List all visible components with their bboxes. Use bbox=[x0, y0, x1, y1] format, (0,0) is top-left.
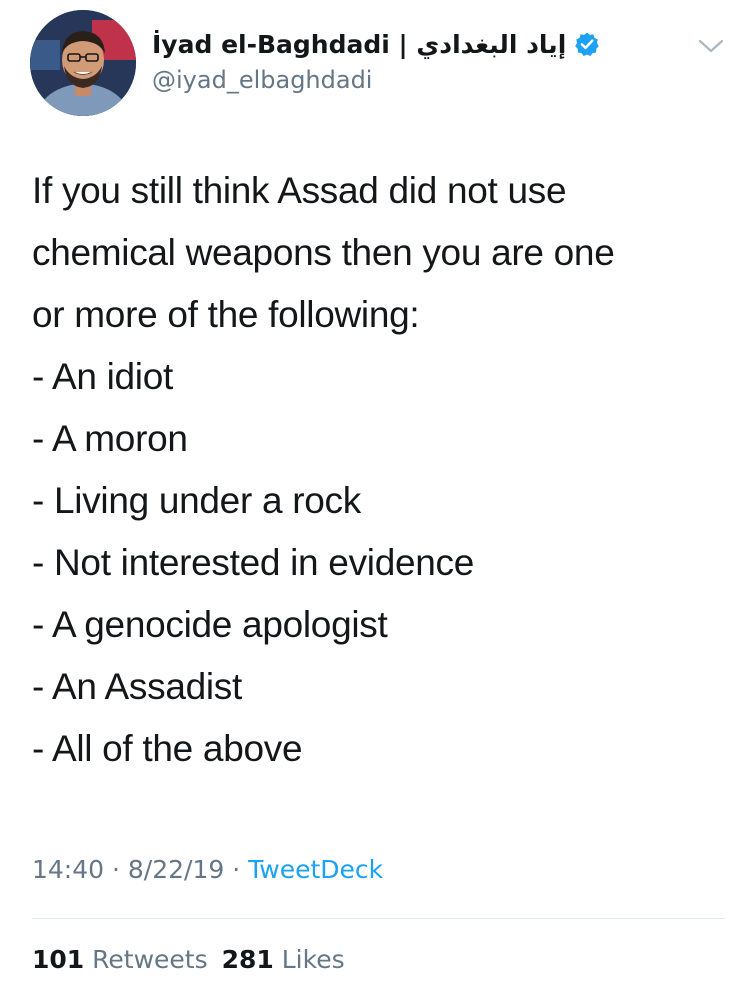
tweet-text-line: - A genocide apologist bbox=[32, 604, 388, 645]
avatar[interactable] bbox=[30, 10, 136, 116]
tweet-stats: 101 Retweets 281 Likes bbox=[32, 945, 345, 974]
display-name[interactable]: İyad el-Baghdadi | إياد البغدادي bbox=[152, 30, 566, 59]
likes-stat[interactable]: 281 Likes bbox=[222, 945, 345, 974]
tweet-text-line: - An idiot bbox=[32, 356, 173, 397]
tweet-text: If you still think Assad did not use che… bbox=[32, 160, 722, 780]
meta-separator: · bbox=[112, 855, 120, 884]
tweet-text-line: - A moron bbox=[32, 418, 188, 459]
tweet-text-line: - Living under a rock bbox=[32, 480, 361, 521]
tweet-text-line: or more of the following: bbox=[32, 294, 420, 335]
tweet-time[interactable]: 14:40 bbox=[32, 855, 104, 884]
author-info: İyad el-Baghdadi | إياد البغدادي @iyad_e… bbox=[152, 28, 652, 94]
tweet-date[interactable]: 8/22/19 bbox=[128, 855, 224, 884]
meta-separator: · bbox=[232, 855, 241, 884]
likes-label: Likes bbox=[281, 945, 345, 974]
tweet-text-line: - All of the above bbox=[32, 728, 303, 769]
avatar-photo bbox=[30, 10, 136, 116]
retweets-stat[interactable]: 101 Retweets bbox=[32, 945, 208, 974]
user-handle[interactable]: @iyad_elbaghdadi bbox=[152, 66, 652, 94]
tweet-text-line: If you still think Assad did not use bbox=[32, 170, 567, 211]
tweet-card: İyad el-Baghdadi | إياد البغدادي @iyad_e… bbox=[0, 0, 750, 994]
retweets-count: 101 bbox=[32, 945, 85, 974]
tweet-text-line: - Not interested in evidence bbox=[32, 542, 475, 583]
tweet-text-line: chemical weapons then you are one bbox=[32, 232, 615, 273]
chevron-down-icon[interactable] bbox=[698, 38, 724, 54]
tweet-text-line: - An Assadist bbox=[32, 666, 242, 707]
likes-count: 281 bbox=[221, 945, 274, 974]
tweet-header: İyad el-Baghdadi | إياد البغدادي @iyad_e… bbox=[30, 10, 730, 120]
name-row: İyad el-Baghdadi | إياد البغدادي bbox=[152, 28, 652, 60]
tweet-source-link[interactable]: TweetDeck bbox=[248, 855, 383, 884]
tweet-meta: 14:40 · 8/22/19 · TweetDeck bbox=[32, 855, 383, 884]
verified-badge-icon bbox=[574, 31, 600, 57]
divider bbox=[32, 918, 725, 919]
retweets-label: Retweets bbox=[92, 945, 208, 974]
